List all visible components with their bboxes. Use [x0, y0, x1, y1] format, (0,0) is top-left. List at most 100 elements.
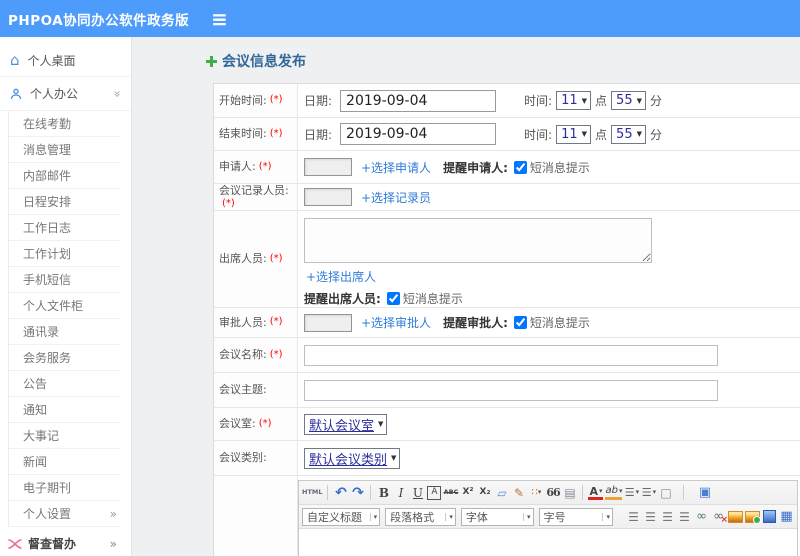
paste-icon[interactable]: ▤ — [562, 484, 577, 501]
redo-icon[interactable]: ↷ — [350, 484, 365, 501]
sidebar-item-work-plan[interactable]: 工作计划 — [9, 241, 119, 267]
sidebar-item-schedule[interactable]: 日程安排 — [9, 189, 119, 215]
align-right-icon[interactable]: ☰ — [660, 508, 675, 525]
font-family-select[interactable]: 字体 ▾ — [460, 507, 534, 526]
editor-content-area[interactable] — [299, 529, 797, 556]
paragraph-format-select[interactable]: 段落格式 ▾ — [385, 507, 456, 526]
align-center-icon[interactable]: ☰ — [643, 508, 658, 525]
fullscreen-icon[interactable]: ▣ — [697, 484, 712, 501]
time-label: 时间: — [524, 127, 553, 142]
field-label: 会议名称: — [219, 348, 267, 362]
font-color-icon[interactable]: A — [588, 486, 604, 500]
sidebar-item-personal-settings[interactable]: 个人设置 » — [9, 501, 119, 527]
form-row-content-editor: HTML ↶ ↷ B I U A ABC X² X₂ ▱ ✎ ∷ ▾ 66 ▤ … — [214, 476, 800, 556]
form-row-meeting-category: 会议类别: 默认会议类别 ▼ — [214, 441, 800, 476]
meeting-room-select[interactable]: 默认会议室 ▼ — [304, 413, 388, 435]
insert-image-icon[interactable] — [728, 508, 743, 525]
applicant-input[interactable] — [304, 158, 352, 176]
caret-down-icon: ▼ — [391, 454, 397, 462]
blockquote-icon[interactable]: 66 — [545, 484, 560, 501]
upload-image-icon[interactable] — [745, 508, 761, 525]
ordered-list-icon[interactable]: ☰ — [624, 484, 639, 501]
bold-icon[interactable]: B — [376, 484, 391, 501]
sidebar-item-announcement[interactable]: 公告 — [9, 371, 119, 397]
sms-remind-checkbox[interactable] — [513, 160, 527, 174]
time-label: 时间: — [524, 94, 553, 108]
superscript-icon[interactable]: X² — [460, 484, 475, 501]
insert-link-icon[interactable]: ∞ — [694, 508, 709, 525]
align-left-icon[interactable]: ☰ — [626, 508, 641, 525]
font-size-select[interactable]: 字号 ▾ — [538, 507, 613, 526]
attendees-textarea[interactable] — [304, 218, 652, 263]
field-label: 开始时间: — [219, 93, 267, 107]
underline-icon[interactable]: U — [410, 484, 425, 501]
end-hour-select[interactable]: 11 ▼ — [556, 124, 592, 144]
html-source-icon[interactable]: HTML — [302, 484, 322, 501]
sidebar-item-news[interactable]: 新闻 — [9, 449, 119, 475]
font-border-icon[interactable]: A — [427, 485, 442, 500]
sidebar-item-notice[interactable]: 通知 — [9, 397, 119, 423]
undo-icon[interactable]: ↶ — [333, 484, 348, 501]
choose-attendees-link[interactable]: +选择出席人 — [306, 268, 376, 285]
recorder-input[interactable] — [304, 188, 352, 206]
hamburger-menu-icon[interactable]: ≡ — [211, 9, 228, 29]
form-row-meeting-subject: 会议主题: — [214, 373, 800, 408]
remove-link-icon[interactable]: ∞ — [711, 508, 728, 525]
start-date-input[interactable] — [340, 89, 497, 112]
choose-approver-link[interactable]: +选择审批人 — [361, 314, 431, 331]
start-minute-select[interactable]: 55 ▼ — [611, 91, 646, 110]
remind-applicant-label: 提醒申请人: — [443, 160, 508, 175]
paint-format-icon[interactable]: ∷ — [528, 484, 543, 501]
format-brush-icon[interactable]: ✎ — [511, 484, 526, 501]
approver-input[interactable] — [304, 313, 352, 332]
add-icon — [206, 55, 217, 67]
sidebar-item-attendance[interactable]: 在线考勤 — [9, 111, 119, 137]
field-label: 申请人: — [219, 160, 256, 174]
caret-down-icon: ▾ — [445, 512, 453, 521]
choose-recorder-link[interactable]: +选择记录员 — [361, 189, 431, 206]
hour-unit: 点 — [595, 127, 608, 142]
end-date-input[interactable] — [340, 123, 497, 145]
custom-title-select[interactable]: 自定义标题 ▾ — [302, 507, 381, 526]
form-row-attendees: 出席人员: (*) +选择出席人 提醒出席人员: 短消息提示 — [214, 211, 800, 308]
insert-table-icon[interactable]: ▦ — [779, 508, 794, 525]
form-row-start-time: 开始时间:(*) 日期: 时间: 11▼ 点 55▼ 分 — [214, 84, 800, 118]
form-row-meeting-name: 会议名称: (*) — [214, 338, 800, 373]
field-label: 会议主题: — [219, 383, 267, 397]
highlight-color-icon[interactable]: ab — [605, 486, 623, 500]
choose-applicant-link[interactable]: +选择申请人 — [361, 159, 431, 176]
align-justify-icon[interactable]: ☰ — [677, 508, 692, 525]
italic-icon[interactable]: I — [393, 484, 408, 501]
meeting-category-select[interactable]: 默认会议类别 ▼ — [304, 447, 401, 469]
meeting-subject-input[interactable] — [304, 379, 718, 401]
sidebar-item-supervision[interactable]: 督查督办 » — [0, 527, 131, 556]
sidebar-item-memorabilia[interactable]: 大事记 — [9, 423, 119, 449]
required-mark: (*) — [269, 316, 283, 328]
end-minute-select[interactable]: 55 ▼ — [611, 124, 646, 144]
sidebar-item-file-cabinet[interactable]: 个人文件柜 — [9, 293, 119, 319]
subscript-icon[interactable]: X₂ — [477, 484, 492, 501]
insert-media-icon[interactable] — [762, 508, 777, 525]
form-row-approver: 审批人员: (*) +选择审批人 提醒审批人: 短消息提示 — [214, 308, 800, 338]
sidebar-item-e-journal[interactable]: 电子期刊 — [9, 475, 119, 501]
sidebar-item-label: 个人办公 — [30, 87, 79, 101]
meeting-name-input[interactable] — [304, 344, 718, 366]
required-mark: (*) — [222, 197, 235, 209]
sidebar-submenu: 在线考勤 消息管理 内部邮件 日程安排 工作日志 工作计划 手机短信 个人文件柜… — [8, 111, 131, 527]
new-page-icon[interactable]: □ — [658, 484, 673, 501]
sms-remind-checkbox[interactable] — [386, 292, 400, 305]
sidebar-item-sms[interactable]: 手机短信 — [9, 267, 119, 293]
sidebar-item-meeting-service[interactable]: 会务服务 — [9, 345, 119, 371]
sms-remind-checkbox[interactable] — [513, 316, 527, 329]
sidebar-item-internal-mail[interactable]: 内部邮件 — [9, 163, 119, 189]
sidebar-item-work-log[interactable]: 工作日志 — [9, 215, 119, 241]
sidebar-item-contacts[interactable]: 通讯录 — [9, 319, 119, 345]
strikethrough-icon[interactable]: ABC — [443, 484, 459, 501]
start-hour-select[interactable]: 11 ▼ — [556, 91, 592, 110]
field-label: 结束时间: — [219, 127, 267, 141]
unordered-list-icon[interactable]: ☰ — [641, 484, 656, 501]
sidebar-item-desktop[interactable]: ⌂ 个人桌面 — [0, 45, 131, 77]
remove-format-icon[interactable]: ▱ — [494, 484, 509, 501]
sidebar-item-messages[interactable]: 消息管理 — [9, 137, 119, 163]
sidebar-item-personal-office[interactable]: 个人办公 » — [0, 77, 131, 111]
